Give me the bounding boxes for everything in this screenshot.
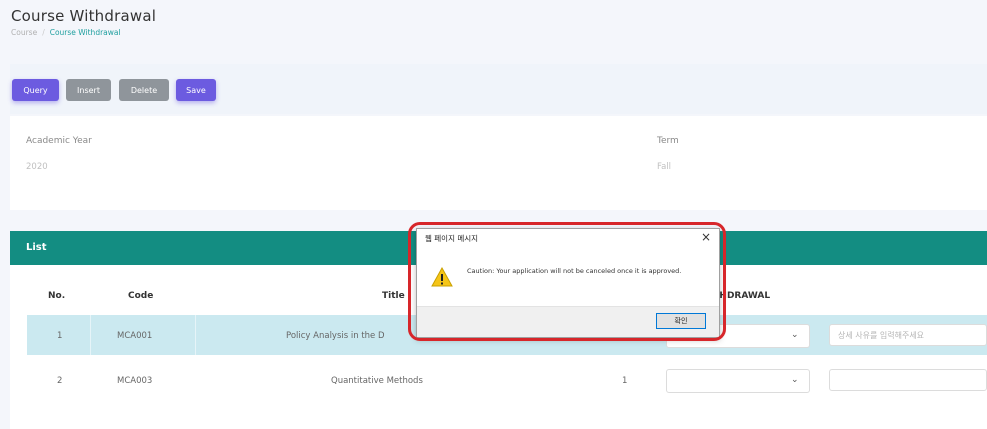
search-panel [10,116,987,210]
row-title: Policy Analysis in the D [286,331,385,341]
highlight-outline [408,222,726,341]
row-credits: 1 [622,376,628,386]
chevron-down-icon[interactable]: ⌄ [791,330,799,340]
academic-year-label: Academic Year [26,136,92,146]
insert-button[interactable]: Insert [66,79,111,101]
query-button[interactable]: Query [12,79,59,101]
term-label: Term [657,136,679,146]
breadcrumb-root[interactable]: Course [11,28,37,37]
breadcrumb: Course / Course Withdrawal [11,28,121,37]
column-divider [90,315,91,355]
page-title: Course Withdrawal [11,7,157,25]
column-header-title: Title [382,291,405,301]
breadcrumb-current: Course Withdrawal [49,28,121,37]
list-title: List [26,242,47,253]
delete-button[interactable]: Delete [119,79,169,101]
column-divider [195,315,196,355]
reason-input[interactable] [829,324,987,346]
row-number: 1 [57,331,63,341]
column-header-code: Code [128,291,154,301]
save-button[interactable]: Save [176,79,216,101]
withdrawal-select[interactable] [666,369,810,393]
reason-input[interactable] [829,369,987,391]
term-value[interactable]: Fall [657,162,671,172]
column-header-no: No. [48,291,66,301]
row-code: MCA001 [117,331,153,341]
chevron-down-icon[interactable]: ⌄ [791,375,799,385]
breadcrumb-separator: / [42,28,45,37]
academic-year-value[interactable]: 2020 [26,162,48,172]
row-number: 2 [57,376,63,386]
row-title: Quantitative Methods [331,376,423,386]
row-code: MCA003 [117,376,153,386]
